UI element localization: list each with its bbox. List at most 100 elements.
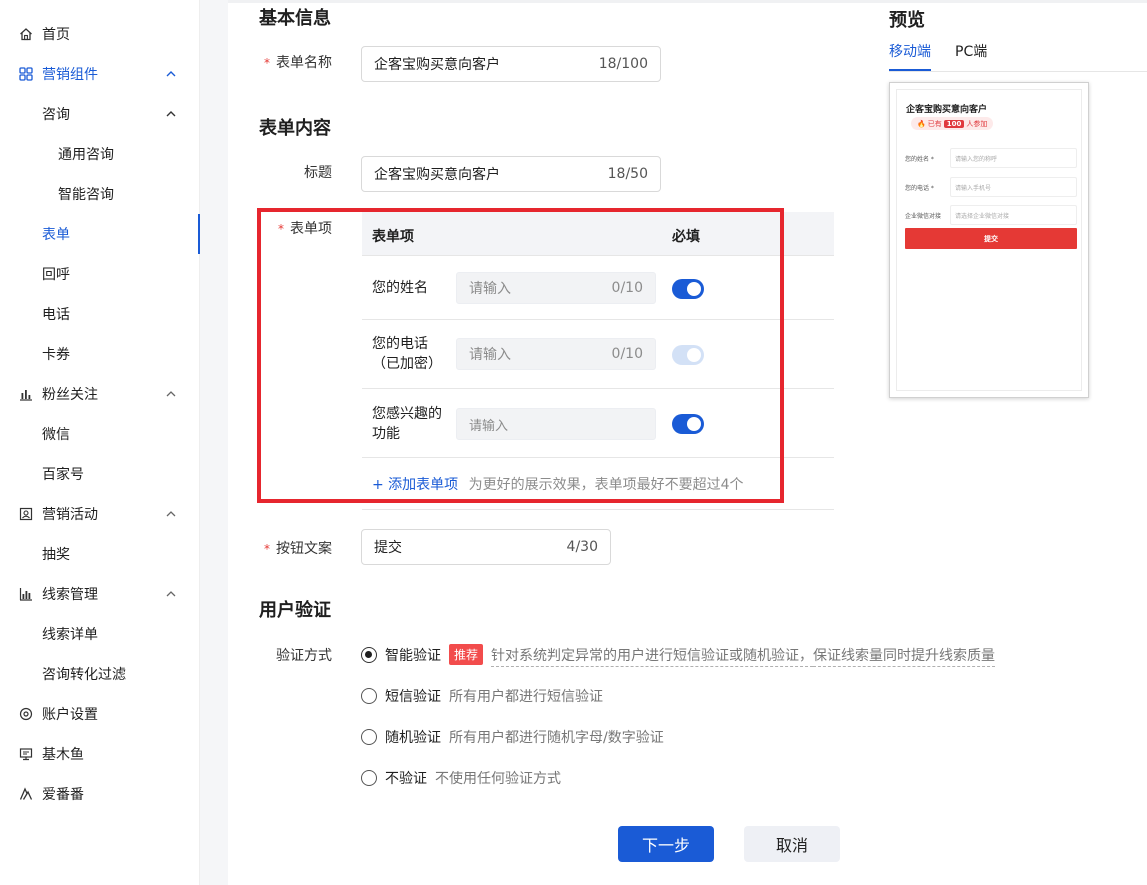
tab-mobile[interactable]: 移动端 [889,41,931,61]
sidebar-item-label: 回呼 [42,267,70,283]
heading-input[interactable]: 企客宝购买意向客户 18/50 [361,156,661,192]
preview-field-input: 请输入手机号 [950,177,1077,197]
cancel-button[interactable]: 取消 [744,826,840,862]
chevron-up-icon [166,511,176,517]
table-header: 表单项 必填 [362,212,834,256]
add-item-row: + 添加表单项 为更好的展示效果，表单项最好不要超过4个 [372,474,744,494]
preview-title: 预览 [889,10,925,31]
option-desc: 所有用户都进行随机字母/数字验证 [449,730,664,746]
radio-unchecked[interactable] [361,688,377,704]
row-field-name: 您的电话（已加密） [372,336,442,372]
verify-option-smart[interactable]: 智能验证 推荐 针对系统判定异常的用户进行短信验证或随机验证，保证线索量同时提升… [361,644,996,667]
sidebar-item-wechat[interactable]: 微信 [0,414,200,454]
heading-value: 企客宝购买意向客户 [374,167,500,183]
row-name-input[interactable]: 请输入 0/10 [456,272,656,304]
sidebar-item-campaigns[interactable]: 营销活动 [0,494,200,534]
sidebar-item-label: 线索管理 [42,587,98,603]
option-desc: 所有用户都进行短信验证 [449,689,603,705]
option-label: 短信验证 [385,689,441,705]
sidebar-item-label: 营销组件 [42,67,98,83]
sidebar-item-label: 通用咨询 [58,147,114,163]
required-toggle[interactable] [672,279,704,299]
sidebar-item-general-consult[interactable]: 通用咨询 [0,134,200,174]
participants-badge: 🔥 已有 100 人参加 [911,117,994,130]
button-text-value: 提交 [374,540,402,556]
option-desc: 针对系统判定异常的用户进行短信验证或随机验证，保证线索量同时提升线索质量 [491,645,996,667]
required-toggle[interactable] [672,414,704,434]
form-name-label: * 表单名称 [264,55,332,71]
section-title-content: 表单内容 [259,118,331,139]
sidebar-item-lottery[interactable]: 抽奖 [0,534,200,574]
row-interest-input[interactable]: 请输入 [456,408,656,440]
top-divider [228,0,1147,3]
option-label: 随机验证 [385,730,441,746]
table-row: 您的电话（已加密） 请输入 0/10 [362,320,834,389]
sidebar-item-lead-details[interactable]: 线索详单 [0,614,200,654]
row-field-name: 您的姓名 [372,280,428,296]
form-name-input[interactable]: 企客宝购买意向客户 18/100 [361,46,661,82]
radio-unchecked[interactable] [361,729,377,745]
chevron-up-icon [166,111,176,117]
sidebar-item-account-settings[interactable]: 账户设置 [0,694,200,734]
sidebar-item-form[interactable]: 表单 [0,214,200,254]
monitor-icon [18,746,34,762]
option-label: 智能验证 [385,647,441,664]
sidebar-item-label: 抽奖 [42,547,70,563]
sidebar-item-callback[interactable]: 回呼 [0,254,200,294]
preview-tabs: 移动端 PC端 [889,40,1147,72]
input-count: 0/10 [611,280,643,296]
table-row: 您感兴趣的功能 请输入 [362,389,834,458]
form-items-label: * 表单项 [278,221,332,237]
fire-icon: 🔥 [917,119,926,128]
heading-count: 18/50 [607,166,648,182]
next-step-button[interactable]: 下一步 [618,826,714,862]
sidebar-item-leads[interactable]: 线索管理 [0,574,200,614]
verify-option-sms[interactable]: 短信验证 所有用户都进行短信验证 [361,686,603,706]
tab-pc[interactable]: PC端 [955,41,987,61]
row-phone-input[interactable]: 请输入 0/10 [456,338,656,370]
sidebar-item-jimuyu[interactable]: 基木鱼 [0,734,200,774]
settings-icon [18,706,34,722]
add-item-hint: 为更好的展示效果，表单项最好不要超过4个 [468,477,744,493]
sidebar-item-phone[interactable]: 电话 [0,294,200,334]
preview-field-label: 您的姓名 * [905,155,934,163]
sidebar-item-consult-filter[interactable]: 咨询转化过滤 [0,654,200,694]
preview-field-label: 您的电话 * [905,184,934,192]
sidebar: 首页 营销组件 咨询 通用咨询 智能咨询 表单 回呼 电话 卡券 粉丝关注 微信 [0,0,200,885]
home-icon [18,26,34,42]
analytics-icon [18,586,34,602]
section-title-verify: 用户验证 [259,600,331,621]
sidebar-item-aifanfan[interactable]: 爱番番 [0,774,200,814]
verify-method-label: 验证方式 [276,648,332,664]
sidebar-item-coupon[interactable]: 卡券 [0,334,200,374]
section-title-basic: 基本信息 [259,8,331,29]
button-text-input[interactable]: 提交 4/30 [361,529,611,565]
verify-option-random[interactable]: 随机验证 所有用户都进行随机字母/数字验证 [361,727,664,747]
sidebar-item-label: 粉丝关注 [42,387,98,403]
add-form-item-link[interactable]: + 添加表单项 [372,477,458,493]
sidebar-item-smart-consult[interactable]: 智能咨询 [0,174,200,214]
form-items-table: 表单项 必填 您的姓名 请输入 0/10 您的电话（已加密） 请输入 0/10 … [362,212,834,510]
badge-suffix: 人参加 [966,119,988,128]
preview-field: 企业微信对接 请选择企业微信对接 [905,205,1077,225]
active-tab-indicator [889,69,931,71]
input-placeholder: 请输入 [469,347,511,363]
sidebar-item-label: 卡券 [42,347,70,363]
sidebar-item-marketing-components[interactable]: 营销组件 [0,54,200,94]
input-placeholder: 请输入 [469,281,511,297]
sidebar-item-label: 基木鱼 [42,747,84,763]
sidebar-item-consult[interactable]: 咨询 [0,94,200,134]
input-count: 0/10 [611,346,643,362]
table-row: 您的姓名 请输入 0/10 [362,256,834,320]
verify-option-none[interactable]: 不验证 不使用任何验证方式 [361,768,561,788]
sidebar-item-home[interactable]: 首页 [0,14,200,54]
column-header-required: 必填 [672,229,700,245]
radio-unchecked[interactable] [361,770,377,786]
preview-field-label: 企业微信对接 [905,212,942,220]
radio-checked[interactable] [361,646,377,663]
button-text-label: * 按钮文案 [264,541,332,557]
sidebar-item-baijiahao[interactable]: 百家号 [0,454,200,494]
content-gutter [200,0,228,885]
button-text-count: 4/30 [566,539,598,555]
sidebar-item-fans[interactable]: 粉丝关注 [0,374,200,414]
